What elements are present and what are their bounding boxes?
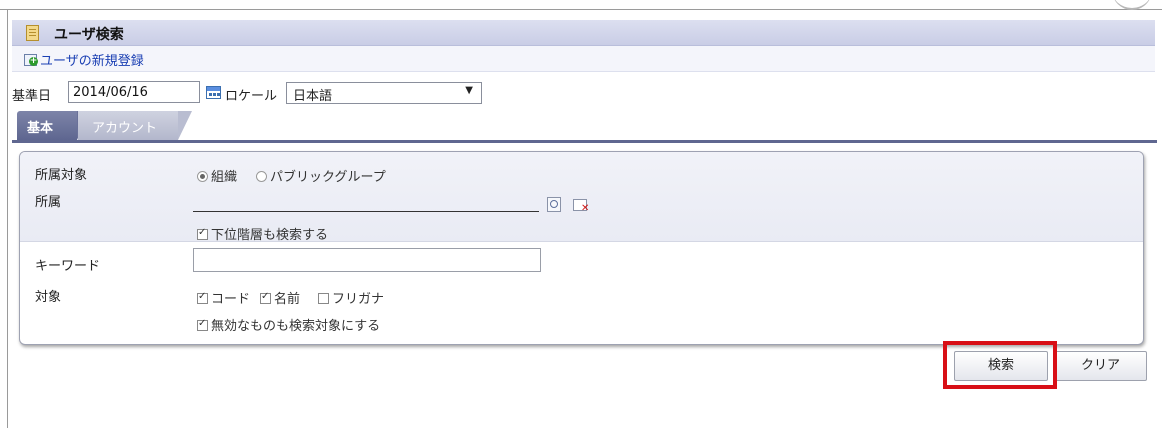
locale-label: ロケール xyxy=(225,89,278,104)
radio-public-group[interactable]: パブリックグループ xyxy=(256,166,386,185)
search-conditions-panel: 所属対象 組織 パブリックグループ 所属 下位階層も検索する キーワード 対象 … xyxy=(19,151,1144,345)
search-org-icon[interactable] xyxy=(547,197,561,212)
locale-selected-value: 日本語 xyxy=(293,89,333,104)
checkbox-name-control[interactable] xyxy=(260,291,271,304)
include-sub-checkbox[interactable]: 下位階層も検索する xyxy=(197,224,328,243)
checkbox-furigana-label: フリガナ xyxy=(332,292,385,307)
radio-organization-label: 組織 xyxy=(211,170,238,185)
radio-organization[interactable]: 組織 xyxy=(197,166,237,185)
checkbox-code[interactable]: コード xyxy=(197,288,250,307)
checkbox-furigana[interactable]: フリガナ xyxy=(318,288,384,307)
radio-public-group-label: パブリックグループ xyxy=(270,170,386,185)
org-label: 所属 xyxy=(35,195,62,210)
window-left-border xyxy=(7,9,8,428)
page-header: ユーザ検索 xyxy=(12,20,1155,46)
include-invalid-checkbox[interactable]: 無効なものも検索対象にする xyxy=(197,315,380,334)
tab-account[interactable]: アカウント xyxy=(78,111,192,140)
section-divider xyxy=(20,241,1143,242)
add-user-icon[interactable] xyxy=(24,54,38,66)
include-sub-label: 下位階層も検索する xyxy=(211,228,329,243)
page-title: ユーザ検索 xyxy=(54,27,124,43)
locale-select[interactable]: 日本語 ▼ xyxy=(286,82,482,104)
add-user-link[interactable]: ユーザの新規登録 xyxy=(40,50,144,69)
org-field[interactable] xyxy=(193,211,539,212)
tab-underline xyxy=(12,140,1157,143)
base-date-input[interactable] xyxy=(68,81,200,103)
tab-basic[interactable]: 基本 xyxy=(17,111,91,140)
checkbox-furigana-control[interactable] xyxy=(318,293,329,304)
include-invalid-checkbox-control[interactable] xyxy=(197,318,208,331)
radio-public-group-control[interactable] xyxy=(256,171,267,182)
clear-org-icon[interactable] xyxy=(573,199,589,214)
target-label: 対象 xyxy=(35,290,62,305)
base-date-label: 基準日 xyxy=(12,89,52,104)
affiliation-section xyxy=(20,152,1143,241)
window-top-border xyxy=(0,9,1162,10)
radio-organization-control[interactable] xyxy=(197,171,208,182)
checkbox-code-control[interactable] xyxy=(197,291,208,304)
calendar-icon[interactable] xyxy=(206,86,221,99)
dropdown-arrow-icon: ▼ xyxy=(465,85,473,96)
include-sub-checkbox-control[interactable] xyxy=(197,227,208,240)
checkbox-name-label: 名前 xyxy=(274,292,301,307)
action-bar: ユーザの新規登録 xyxy=(12,46,1155,72)
search-button-highlight xyxy=(943,341,1057,389)
checkbox-code-label: コード xyxy=(211,292,251,307)
clear-button[interactable]: クリア xyxy=(1054,351,1147,381)
keyword-input[interactable] xyxy=(193,248,541,272)
include-invalid-label: 無効なものも検索対象にする xyxy=(211,319,381,334)
checkbox-name[interactable]: 名前 xyxy=(260,288,300,307)
target-type-label: 所属対象 xyxy=(35,168,88,183)
keyword-label: キーワード xyxy=(35,259,101,274)
document-icon xyxy=(26,25,39,41)
